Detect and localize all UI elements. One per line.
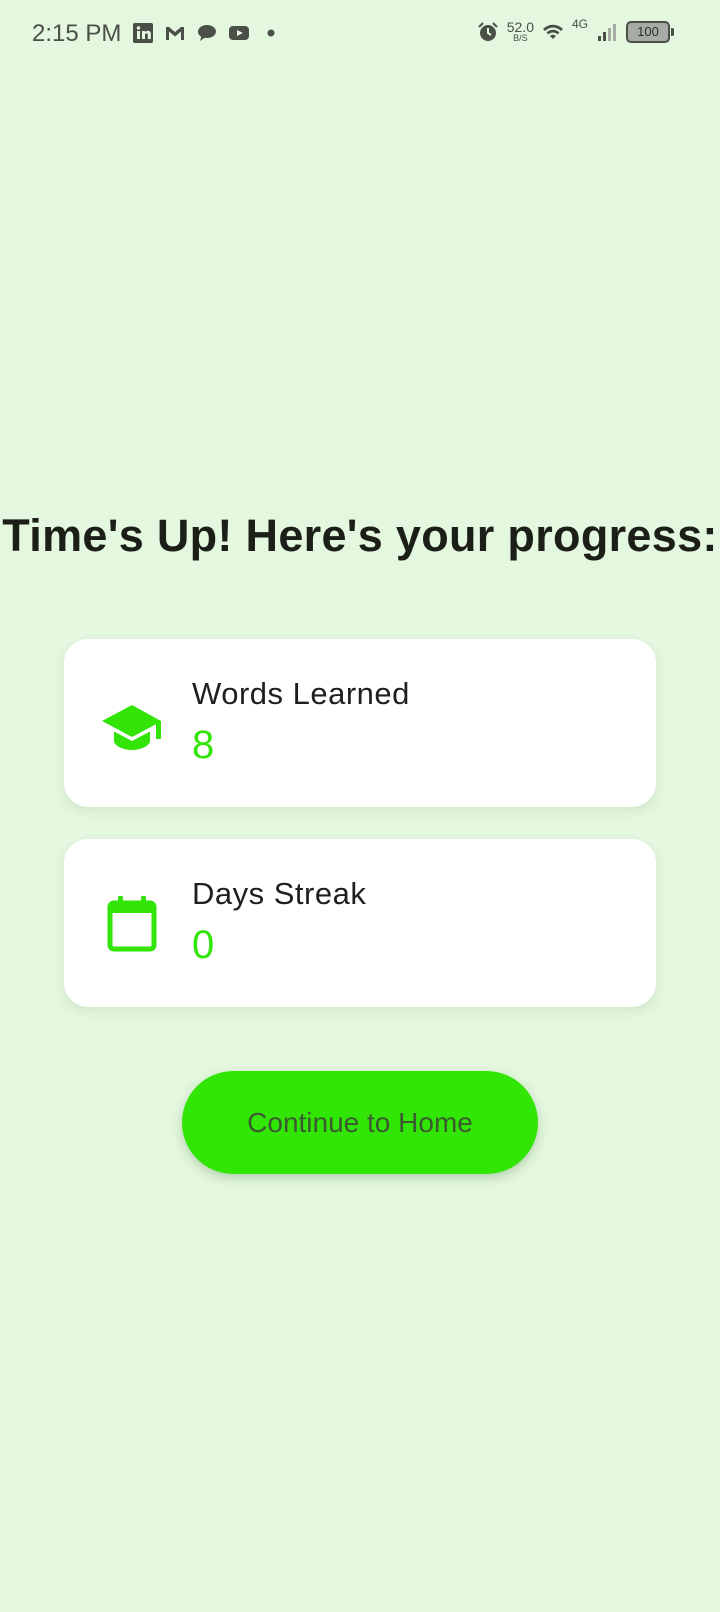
status-bar: 2:15 PM 52.0 B/S 4G 100 — [0, 0, 720, 72]
youtube-icon — [229, 26, 249, 40]
gmail-icon — [166, 27, 184, 40]
chat-icon — [198, 25, 216, 41]
graduation-cap-icon — [102, 705, 161, 750]
network-speed-unit: B/S — [513, 33, 528, 43]
stat-card-days-streak: Days Streak 0 — [64, 839, 656, 1007]
stat-label: Days Streak — [192, 876, 367, 911]
signal-icon — [598, 23, 616, 41]
stat-value: 8 — [192, 723, 215, 767]
stat-card-words-learned: Words Learned 8 — [64, 639, 656, 807]
alarm-icon — [478, 21, 498, 41]
page-title: Time's Up! Here's your progress: — [2, 510, 718, 561]
continue-to-home-button[interactable]: Continue to Home — [182, 1071, 538, 1174]
linkedin-icon — [133, 23, 153, 43]
battery-level: 100 — [637, 24, 659, 39]
stat-value: 0 — [192, 923, 215, 967]
dot-icon — [267, 29, 275, 37]
status-time: 2:15 PM — [32, 20, 122, 47]
notification-icons — [132, 22, 282, 44]
network-type: 4G — [571, 16, 588, 31]
calendar-icon — [107, 896, 157, 952]
system-icons: 52.0 B/S 4G 100 — [477, 16, 674, 43]
wifi-icon — [542, 24, 563, 39]
stat-label: Words Learned — [192, 676, 410, 711]
network-speed: 52.0 B/S — [507, 20, 534, 43]
battery-icon: 100 — [626, 20, 674, 43]
network-speed-value: 52.0 — [506, 19, 534, 35]
